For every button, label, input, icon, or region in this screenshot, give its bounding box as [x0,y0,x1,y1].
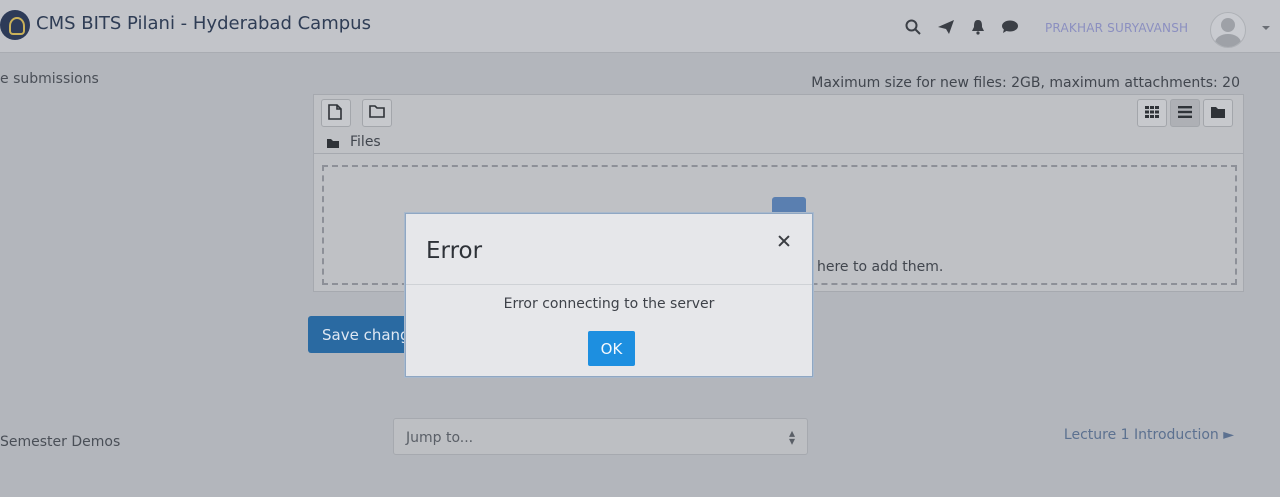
jump-to-value: Jump to... [406,430,474,446]
user-name[interactable]: PRAKHAR SURYAVANSH [1045,21,1188,35]
close-icon[interactable] [776,233,792,249]
user-menu-chevron-down-icon[interactable] [1262,26,1270,30]
avatar[interactable] [1210,12,1246,48]
select-arrows-icon: ▴ ▾ [788,426,795,448]
file-manager-toolbar: Files [314,95,1243,154]
top-navbar: CMS BITS Pilani - Hyderabad Campus PRAKH… [0,0,1280,53]
save-changes-button[interactable]: Save chang [308,316,418,353]
next-activity-link[interactable]: Lecture 1 Introduction ► [1064,427,1234,443]
folder-tree-icon [1211,107,1225,118]
view-tree-button[interactable] [1203,99,1233,127]
jump-to-select[interactable]: Jump to... ▴ ▾ [393,418,808,455]
file-icon [328,104,342,120]
bell-icon[interactable] [971,19,985,35]
nav-icons [905,16,1019,38]
previous-activity-link[interactable]: Semester Demos [0,434,120,450]
search-icon[interactable] [905,19,921,35]
create-folder-button[interactable] [362,99,392,127]
chat-icon[interactable] [1001,20,1019,34]
site-title[interactable]: CMS BITS Pilani - Hyderabad Campus [36,13,371,34]
error-dialog: Error Error connecting to the server OK [405,213,813,377]
list-icon [1178,106,1192,118]
add-file-button[interactable] [321,99,351,127]
files-path-label[interactable]: Files [350,134,381,150]
view-icons-button[interactable] [1137,99,1167,127]
view-list-button[interactable] [1170,99,1200,127]
dialog-message: Error connecting to the server [503,296,715,312]
folder-icon [369,105,385,118]
max-size-info: Maximum size for new files: 2GB, maximum… [811,75,1240,91]
grid-icon [1145,106,1159,118]
dialog-header: Error [406,214,812,285]
view-switcher [1137,99,1233,127]
submissions-label: e submissions [0,71,99,87]
ok-button[interactable]: OK [588,331,635,366]
drop-zone-text: here to add them. [817,259,944,275]
dialog-title: Error [426,238,483,264]
site-logo[interactable] [0,10,30,40]
send-icon[interactable] [937,19,955,35]
folder-icon [327,139,339,148]
